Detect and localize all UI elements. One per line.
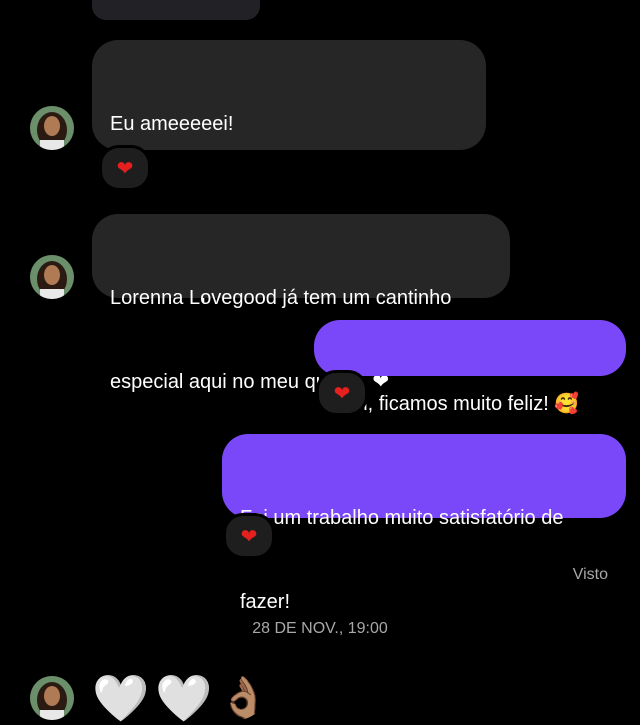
incoming-message-bubble[interactable]: Eu ameeeeei! Parabéns pelo trabalho de v… <box>92 40 486 303</box>
contact-avatar[interactable] <box>30 676 74 720</box>
white-heart-icon: 🤍 <box>92 671 150 725</box>
message-reaction[interactable]: ❤ <box>316 370 368 416</box>
avatar-image <box>30 106 74 150</box>
outgoing-message-bubble[interactable]: Ahh, ficamos muito feliz! 🥰 <box>314 320 626 415</box>
outgoing-message-bubble[interactable]: Foi um trabalho muito satisfatório de fa… <box>222 434 626 613</box>
message-line: Lorenna Lovegood já tem um cantinho <box>110 287 452 309</box>
message-line: Foi um trabalho muito satisfatório de <box>240 507 564 529</box>
avatar-image <box>30 255 74 299</box>
avatar-image <box>30 676 74 720</box>
red-heart-icon: ❤ <box>240 524 258 548</box>
red-heart-icon: ❤ <box>116 156 134 180</box>
red-heart-icon: ❤ <box>333 381 351 405</box>
previous-message-preview[interactable] <box>92 0 260 20</box>
message-reaction[interactable]: ❤ <box>223 513 275 559</box>
emoji-only-message[interactable]: 🤍 🤍 👌🏽 <box>92 672 268 724</box>
ok-hand-icon: 👌🏽 <box>218 675 269 721</box>
contact-avatar[interactable] <box>30 106 74 150</box>
white-heart-icon: 🤍 <box>155 671 213 725</box>
message-reaction[interactable]: ❤ <box>99 145 151 191</box>
seen-status: Visto <box>572 566 608 583</box>
message-line: Eu ameeeeei! <box>110 113 234 135</box>
contact-avatar[interactable] <box>30 255 74 299</box>
incoming-message-bubble[interactable]: Lorenna Lovegood já tem um cantinho espe… <box>92 214 510 393</box>
message-line: Ahh, ficamos muito feliz! 🥰 <box>332 393 580 415</box>
timestamp-divider: 28 DE NOV., 19:00 <box>252 620 388 637</box>
message-line: fazer! <box>240 591 291 613</box>
